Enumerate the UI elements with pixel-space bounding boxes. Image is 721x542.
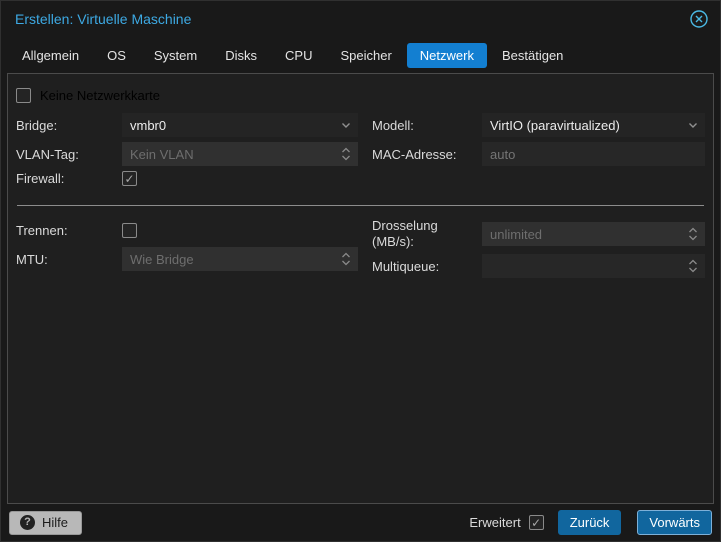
bridge-label: Bridge:: [16, 117, 58, 133]
model-value: VirtIO (paravirtualized): [490, 117, 620, 133]
model-combobox[interactable]: VirtIO (paravirtualized): [482, 113, 705, 137]
vlan-tag-label: VLAN-Tag:: [16, 146, 79, 162]
spinner-up-down-icon: [334, 142, 358, 166]
dialog-title: Erstellen: Virtuelle Maschine: [15, 11, 192, 27]
close-icon: [690, 10, 708, 28]
firewall-checkbox[interactable]: [122, 171, 137, 186]
model-label: Modell:: [372, 117, 414, 133]
disconnect-checkbox[interactable]: [122, 222, 137, 238]
rate-limit-spinner: [482, 222, 705, 246]
mac-address-field[interactable]: [482, 142, 705, 166]
tab-bestaetigen[interactable]: Bestätigen: [489, 43, 576, 68]
tab-os[interactable]: OS: [94, 43, 139, 68]
disconnect-label: Trennen:: [16, 222, 68, 238]
help-button-label: Hilfe: [42, 514, 69, 530]
mtu-input: [122, 247, 334, 271]
firewall-label: Firewall:: [16, 171, 65, 186]
no-network-card-label: Keine Netzwerkkarte: [40, 88, 160, 103]
tab-netzwerk[interactable]: Netzwerk: [406, 42, 487, 68]
chevron-down-icon[interactable]: [681, 113, 705, 137]
rate-limit-input: [482, 222, 681, 246]
chevron-down-icon[interactable]: [334, 113, 358, 137]
multiqueue-label: Multiqueue:: [372, 258, 440, 274]
next-button[interactable]: Vorwärts: [637, 510, 712, 535]
spinner-up-down-icon: [334, 247, 358, 271]
spinner-up-down-icon[interactable]: [681, 254, 705, 278]
help-question-icon: ?: [20, 514, 35, 530]
rate-limit-label: Drosselung (MB/s):: [372, 218, 438, 249]
vlan-tag-spinner: [122, 142, 358, 166]
mac-address-label: MAC-Adresse:: [372, 146, 457, 162]
tab-allgemein[interactable]: Allgemein: [9, 43, 92, 68]
dialog-titlebar: Erstellen: Virtuelle Maschine: [1, 1, 720, 37]
no-network-card-checkbox[interactable]: [16, 88, 31, 103]
dialog-footer: ? Hilfe Erweitert Zurück Vorwärts: [1, 504, 720, 541]
bridge-combobox[interactable]: vmbr0: [122, 113, 358, 137]
mtu-label: MTU:: [16, 251, 48, 267]
vlan-tag-input: [122, 142, 334, 166]
close-button[interactable]: [688, 8, 710, 30]
tab-speicher[interactable]: Speicher: [327, 43, 404, 68]
bridge-value: vmbr0: [130, 117, 167, 133]
create-vm-dialog: Erstellen: Virtuelle Maschine Allgemein …: [0, 0, 721, 542]
tab-disks[interactable]: Disks: [212, 43, 270, 68]
wizard-tabbar: Allgemein OS System Disks CPU Speicher N…: [1, 37, 720, 73]
multiqueue-input[interactable]: [482, 254, 681, 278]
advanced-label: Erweitert: [469, 515, 521, 530]
mac-address-input[interactable]: [482, 142, 705, 166]
tab-cpu[interactable]: CPU: [272, 43, 325, 68]
multiqueue-spinner[interactable]: [482, 254, 705, 278]
advanced-checkbox[interactable]: [528, 515, 544, 530]
network-form-panel: Keine Netzwerkkarte Bridge: vmbr0 VLAN-T…: [7, 73, 714, 504]
spinner-up-down-icon: [681, 222, 705, 246]
tab-system[interactable]: System: [141, 43, 210, 68]
help-button[interactable]: ? Hilfe: [9, 510, 83, 535]
mtu-spinner: [122, 247, 358, 271]
back-button[interactable]: Zurück: [557, 510, 622, 535]
advanced-section-divider: [17, 205, 704, 206]
